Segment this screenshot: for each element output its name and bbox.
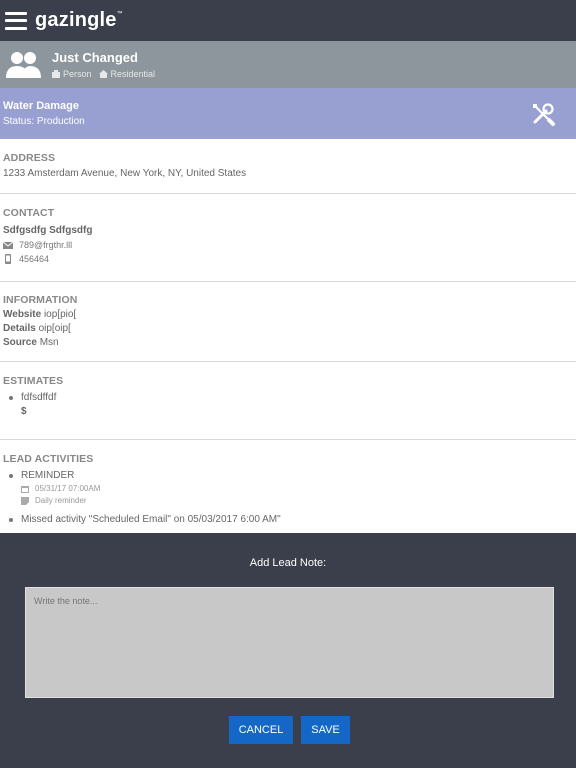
activity-title: Missed activity "Scheduled Email" on 05/… xyxy=(21,514,281,525)
info-row: Website iop[pio[ xyxy=(3,309,77,320)
contact-email-row[interactable]: 789@frgthr.lll xyxy=(3,238,573,252)
lead-details[interactable]: ADDRESS 1233 Amsterdam Avenue, New York,… xyxy=(0,139,576,533)
information-heading: INFORMATION xyxy=(3,294,78,306)
person-category: Residential xyxy=(110,69,156,79)
mail-icon xyxy=(3,241,13,249)
contact-heading: CONTACT xyxy=(3,207,55,219)
job-banner[interactable]: Water Damage Status: Production xyxy=(0,88,576,139)
person-type: Person xyxy=(63,69,92,79)
person-header: Just Changed Person Residential xyxy=(0,41,576,88)
activities-heading: LEAD ACTIVITIES xyxy=(3,453,94,465)
activity-date: 05/31/17 07:00AM xyxy=(35,484,101,493)
information-section: INFORMATION Website iop[pio[ Details oip… xyxy=(0,281,576,361)
contact-phone-row[interactable]: 456464 xyxy=(3,252,573,266)
estimates-heading: ESTIMATES xyxy=(3,375,64,387)
address-value: 1233 Amsterdam Avenue, New York, NY, Uni… xyxy=(3,168,247,179)
contact-phone: 456464 xyxy=(19,254,50,264)
menu-icon[interactable] xyxy=(5,11,27,30)
house-icon xyxy=(98,70,108,78)
contact-email: 789@frgthr.lll xyxy=(19,240,73,250)
address-heading: ADDRESS xyxy=(3,152,56,164)
calendar-icon xyxy=(21,486,29,493)
add-note-title: Add Lead Note: xyxy=(249,557,327,569)
note-input[interactable] xyxy=(25,587,554,698)
job-title: Water Damage xyxy=(3,100,80,112)
tools-icon[interactable] xyxy=(530,101,556,127)
activities-section: LEAD ACTIVITIES REMINDER 05/31/17 07:00A… xyxy=(0,439,576,533)
people-icon xyxy=(3,45,43,85)
activity-note: Daily reminder xyxy=(35,496,87,505)
save-button[interactable]: SAVE xyxy=(301,716,350,744)
top-bar: gazingle™ xyxy=(0,0,576,41)
activity-item[interactable]: Missed activity "Scheduled Email" on 05/… xyxy=(9,513,573,527)
contact-section: CONTACT Sdfgsdfg Sdfgsdfg 789@frgthr.lll… xyxy=(0,193,576,281)
add-note-panel: Add Lead Note: CANCEL SAVE xyxy=(0,533,576,768)
app-logo: gazingle™ xyxy=(35,9,123,31)
app: gazingle™ Just Changed Person Residentia… xyxy=(0,0,576,768)
activity-item[interactable]: REMINDER 05/31/17 07:00AM Daily reminder xyxy=(9,469,573,507)
estimate-amount: $ xyxy=(21,406,27,417)
person-name: Just Changed xyxy=(52,50,138,65)
job-status: Status: Production xyxy=(3,116,85,127)
estimate-name: fdfsdffdf xyxy=(21,392,57,403)
address-section: ADDRESS 1233 Amsterdam Avenue, New York,… xyxy=(0,139,576,193)
cancel-button[interactable]: CANCEL xyxy=(229,716,293,744)
contact-name: Sdfgsdfg Sdfgsdfg xyxy=(3,225,93,236)
info-row: Details oip[oip[ xyxy=(3,323,71,334)
activity-title: REMINDER xyxy=(21,470,75,481)
building-icon xyxy=(52,70,60,78)
estimate-item[interactable]: fdfsdffdf $ xyxy=(9,391,573,419)
estimates-section: ESTIMATES fdfsdffdf $ xyxy=(0,361,576,439)
info-row: Source Msn xyxy=(3,337,59,348)
phone-icon xyxy=(5,254,11,264)
note-icon xyxy=(21,497,29,505)
